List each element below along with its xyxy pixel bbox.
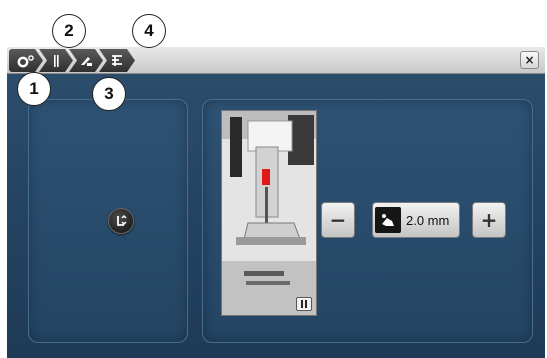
settings-icon [16, 54, 36, 68]
sewing-bar-icon [51, 54, 61, 68]
pause-icon [301, 300, 307, 308]
presser-foot-photo [221, 110, 317, 316]
foot-pressure-value-button[interactable]: 2.0 mm [372, 202, 460, 238]
breadcrumb [9, 49, 131, 72]
presser-foot-height-button[interactable] [108, 208, 134, 234]
callout-1: 1 [17, 72, 51, 106]
foot-pressure-value: 2.0 mm [406, 212, 450, 228]
presser-foot-illustration [222, 111, 316, 315]
breadcrumb-presser-foot[interactable] [69, 49, 103, 72]
right-panel: − 2.0 mm + [202, 99, 533, 343]
close-button[interactable]: × [520, 51, 539, 69]
callout-3: 3 [92, 77, 126, 111]
breadcrumb-sewing[interactable] [39, 49, 73, 72]
settings-window: × − 2.0 mm + [7, 47, 545, 358]
breadcrumb-settings[interactable] [9, 49, 43, 72]
presser-foot-icon [78, 54, 94, 68]
presser-foot-height-icon [117, 214, 127, 226]
decrease-button[interactable]: − [321, 202, 355, 238]
pause-button[interactable] [296, 297, 312, 311]
callout-4: 4 [132, 14, 166, 48]
title-bar: × [7, 47, 545, 74]
callout-2: 2 [52, 14, 86, 48]
foot-pressure-icon [109, 54, 125, 68]
hand-foot-icon [375, 207, 401, 233]
increase-button[interactable]: + [472, 202, 506, 238]
left-panel [28, 99, 188, 343]
breadcrumb-foot-pressure[interactable] [99, 49, 135, 72]
